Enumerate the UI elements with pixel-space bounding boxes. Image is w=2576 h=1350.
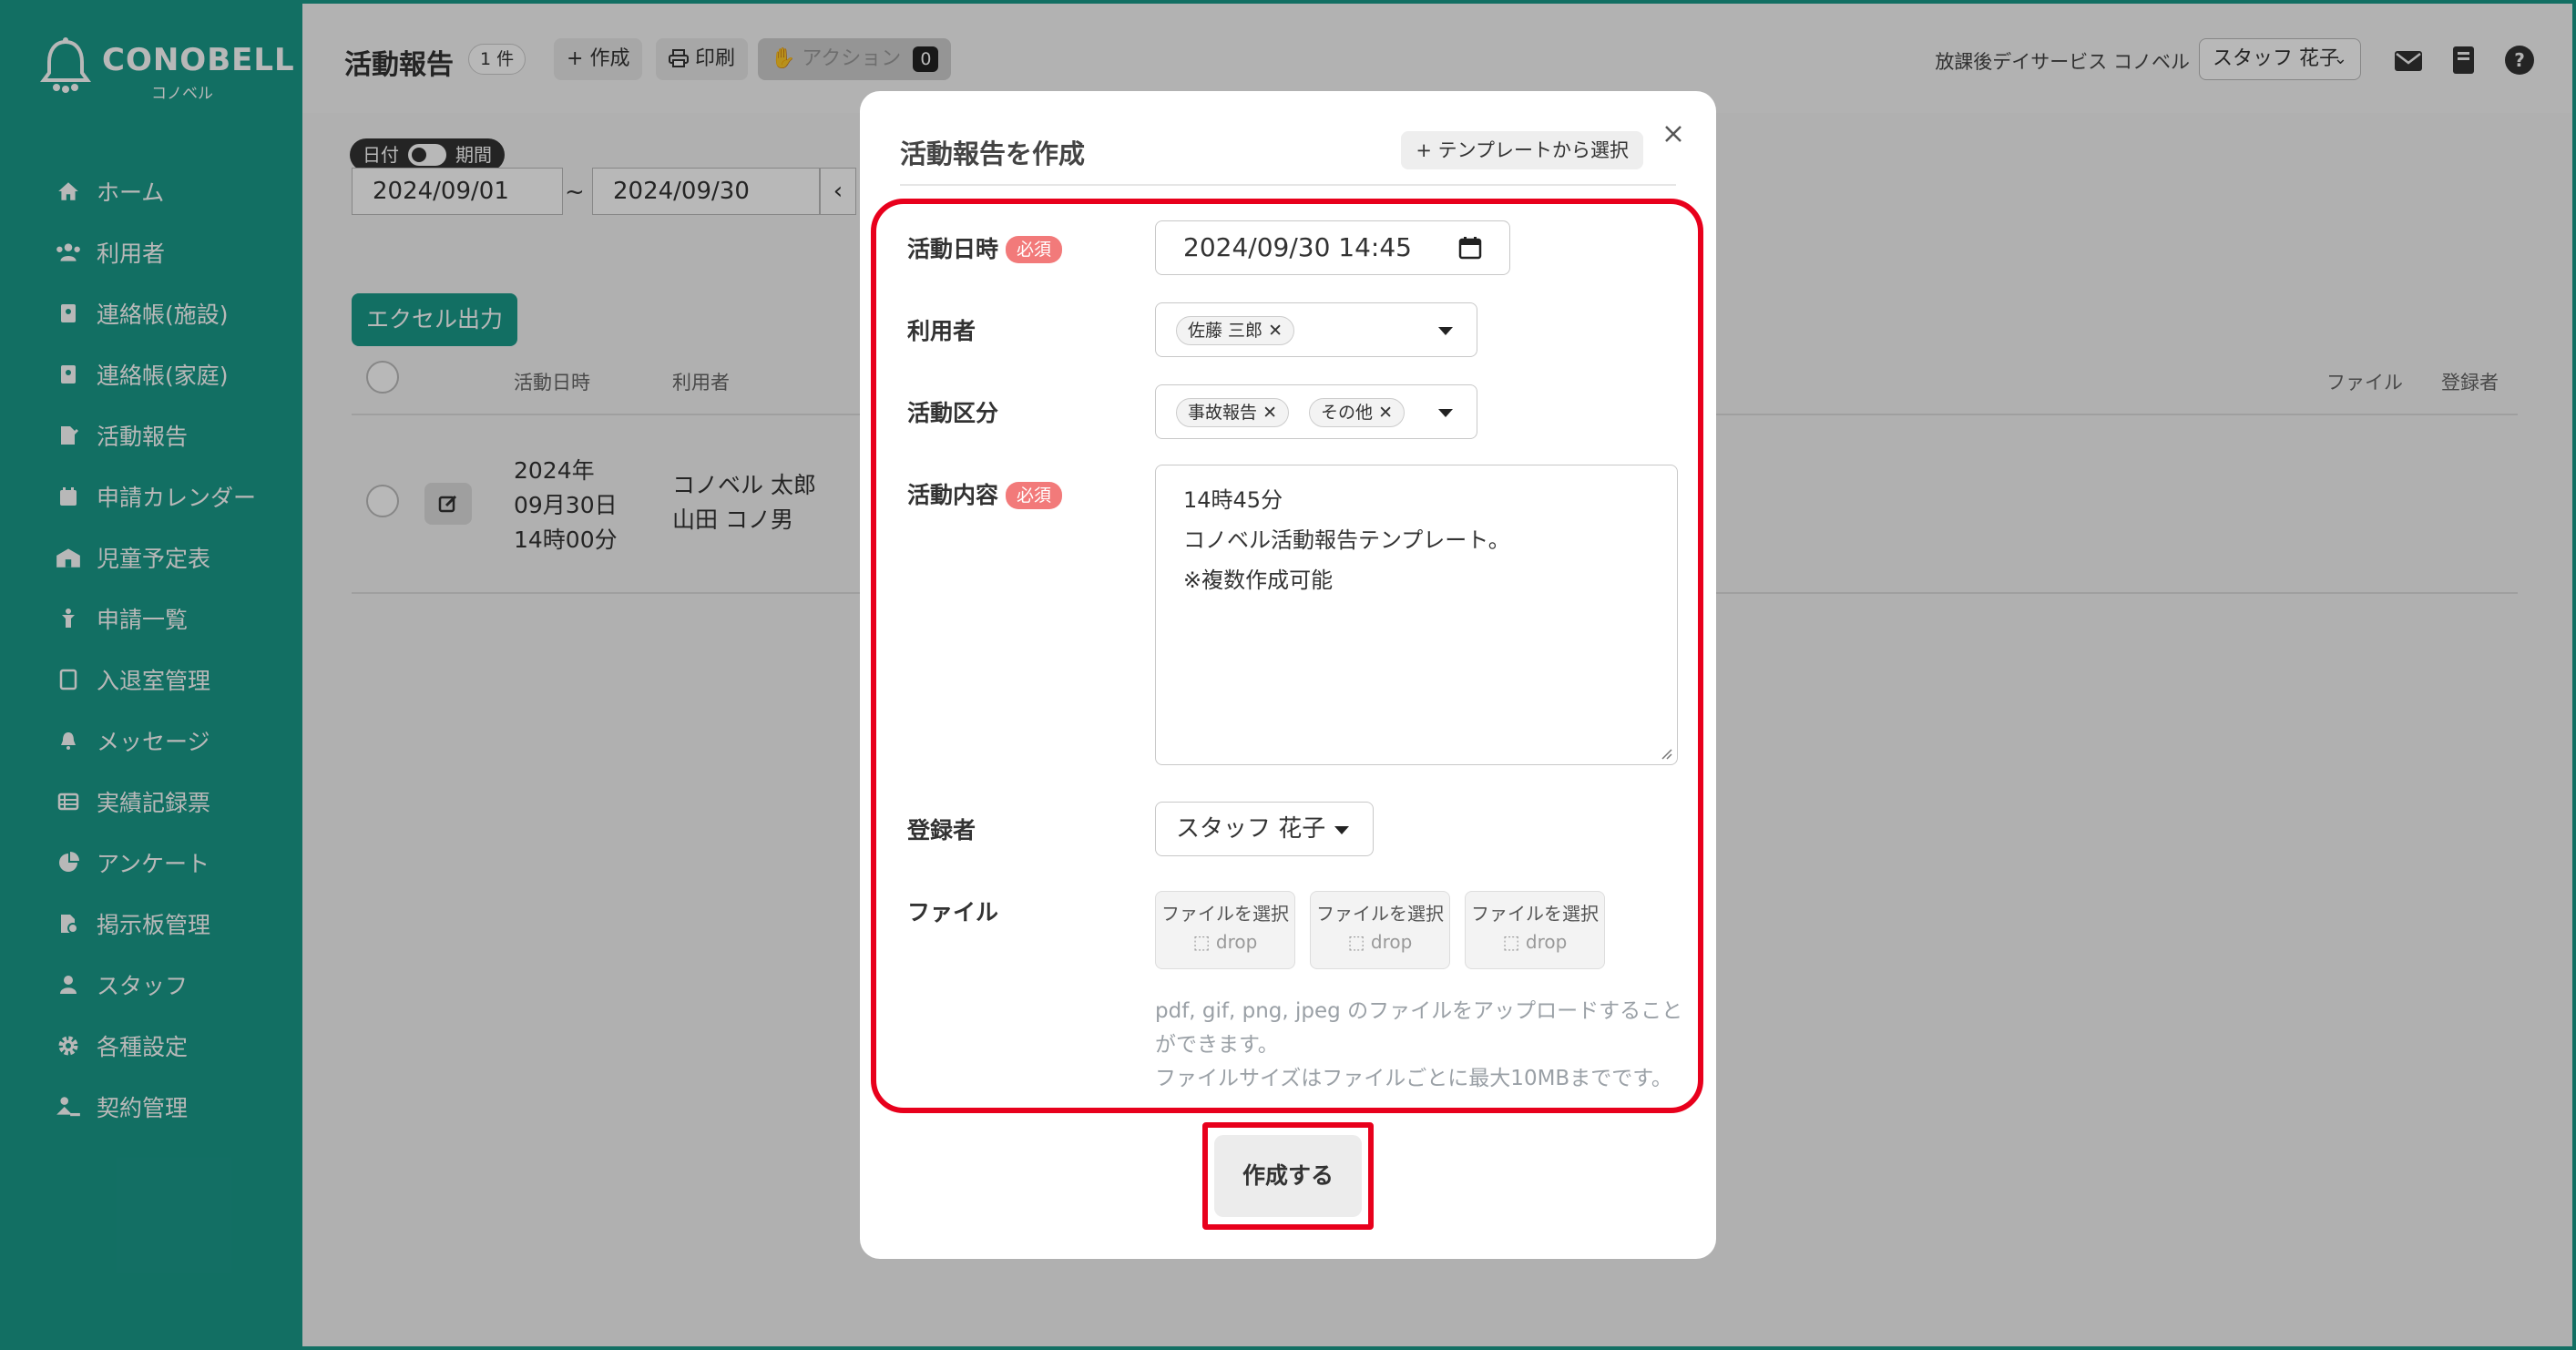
caret-down-icon (1438, 409, 1453, 417)
datetime-label-text: 活動日時 (907, 236, 999, 262)
caret-down-icon (1334, 826, 1349, 834)
user-chip: 佐藤 三郎 ✕ (1176, 316, 1295, 345)
submit-create-button[interactable]: 作成する (1214, 1135, 1362, 1217)
file-upload-label: ファイルを選択 (1316, 903, 1444, 925)
required-badge: 必須 (1006, 482, 1063, 509)
registrant-value: スタッフ 花子 (1176, 815, 1326, 843)
drop-zone: ⬚ drop (1466, 931, 1604, 953)
template-select-button[interactable]: + テンプレートから選択 (1401, 131, 1643, 169)
file-upload-label: ファイルを選択 (1161, 903, 1289, 925)
content-label: 活動内容 必須 (907, 477, 1063, 510)
datetime-input[interactable]: 2024/09/30 14:45 (1155, 220, 1510, 275)
drop-label: drop (1370, 931, 1413, 953)
registrant-select[interactable]: スタッフ 花子 (1155, 802, 1374, 856)
modal-divider (900, 184, 1676, 186)
category-chip: その他 ✕ (1309, 398, 1405, 427)
file-upload-label: ファイルを選択 (1471, 903, 1599, 925)
drop-icon: ⬚ (1502, 931, 1526, 953)
drop-icon: ⬚ (1192, 931, 1216, 953)
drop-zone: ⬚ drop (1156, 931, 1294, 953)
remove-chip-icon[interactable]: ✕ (1268, 321, 1283, 341)
content-line: ※複数作成可能 (1183, 568, 1334, 593)
content-line: 14時45分 (1183, 487, 1283, 513)
category-label: 活動区分 (907, 400, 999, 426)
user-label: 利用者 (907, 318, 976, 344)
datetime-value: 2024/09/30 14:45 (1183, 232, 1412, 262)
plus-icon: + (1416, 139, 1438, 161)
drop-zone: ⬚ drop (1311, 931, 1449, 953)
remove-chip-icon[interactable]: ✕ (1378, 403, 1393, 423)
file-help-line: ファイルサイズはファイルごとに最大10MBまでです。 (1155, 1067, 1672, 1090)
file-upload-button[interactable]: ファイルを選択 ⬚ drop (1465, 891, 1605, 969)
template-select-label: テンプレートから選択 (1437, 139, 1629, 161)
category-chip-label: 事故報告 (1188, 403, 1258, 423)
drop-label: drop (1215, 931, 1258, 953)
file-upload-button[interactable]: ファイルを選択 ⬚ drop (1155, 891, 1295, 969)
content-line: コノベル活動報告テンプレート。 (1183, 527, 1510, 553)
close-icon[interactable] (1658, 118, 1689, 149)
file-help-text: pdf, gif, png, jpeg のファイルをアップロードすることができま… (1155, 995, 1692, 1096)
file-help-line: pdf, gif, png, jpeg のファイルをアップロードすることができま… (1155, 999, 1683, 1057)
datetime-label: 活動日時 必須 (907, 231, 1063, 264)
content-label-text: 活動内容 (907, 482, 999, 508)
remove-chip-icon[interactable]: ✕ (1262, 403, 1277, 423)
user-chip-label: 佐藤 三郎 (1188, 321, 1263, 341)
user-select[interactable]: 佐藤 三郎 ✕ (1155, 302, 1477, 357)
calendar-icon[interactable] (1458, 236, 1482, 260)
registrant-label: 登録者 (907, 817, 976, 844)
category-select[interactable]: 事故報告 ✕ その他 ✕ (1155, 384, 1477, 439)
resize-grip-icon[interactable] (1659, 746, 1673, 761)
caret-down-icon (1438, 327, 1453, 335)
modal-title: 活動報告を作成 (900, 138, 1086, 169)
drop-label: drop (1525, 931, 1568, 953)
drop-icon: ⬚ (1347, 931, 1371, 953)
content-textarea[interactable]: 14時45分 コノベル活動報告テンプレート。 ※複数作成可能 (1155, 465, 1678, 765)
file-upload-button[interactable]: ファイルを選択 ⬚ drop (1310, 891, 1450, 969)
category-chip: 事故報告 ✕ (1176, 398, 1289, 427)
file-label: ファイル (907, 899, 999, 926)
required-badge: 必須 (1006, 236, 1063, 263)
category-chip-label: その他 (1321, 403, 1374, 423)
create-report-modal: 活動報告を作成 + テンプレートから選択 活動日時 必須 2024/09/30 1… (860, 91, 1716, 1259)
